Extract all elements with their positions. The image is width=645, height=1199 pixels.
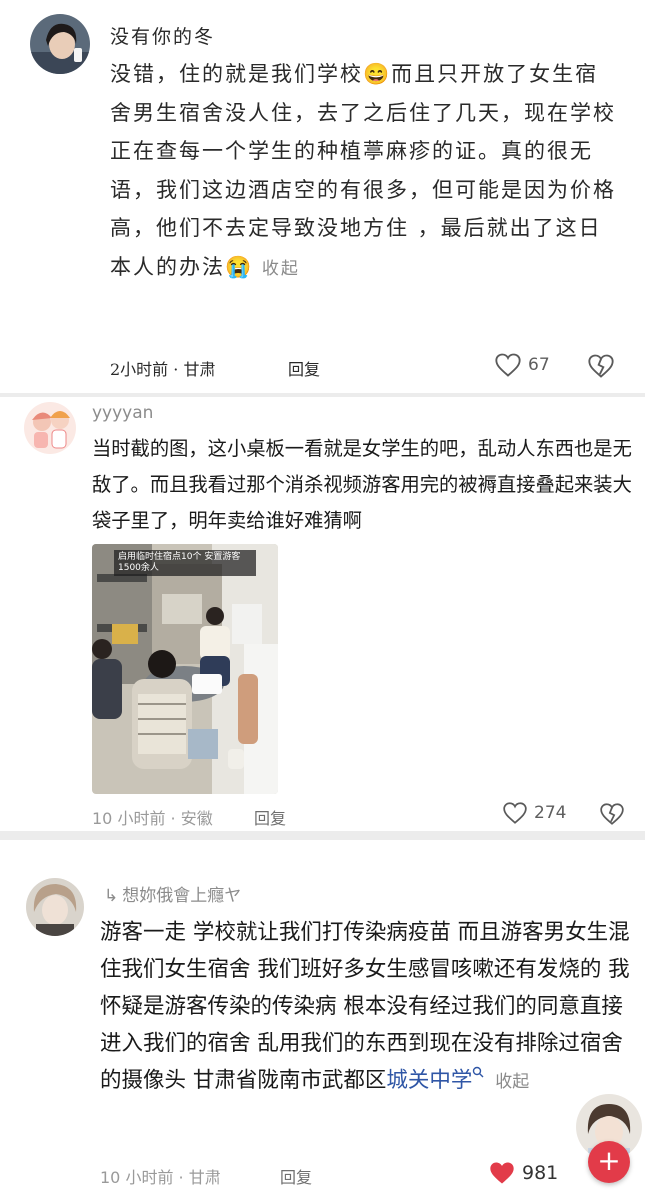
attached-photo[interactable]: 启用临时住宿点10个 安置游客1500余人: [92, 544, 278, 794]
collapse-link[interactable]: 收起: [495, 1072, 529, 1092]
heart-outline-icon: [495, 353, 521, 377]
user-photo-icon: [26, 878, 84, 936]
separator: [0, 831, 645, 840]
reply-button[interactable]: 回复: [254, 805, 286, 829]
timestamp-location: 2小时前 · 甘肃: [110, 360, 216, 379]
username[interactable]: 没有你的冬: [110, 22, 215, 49]
photo-caption-banner: 启用临时住宿点10个 安置游客1500余人: [114, 550, 256, 576]
comment-text-body: 游客一走 学校就让我们打传染病疫苗 而且游客男女生混住我们女生宿舍 我们班好多女…: [100, 920, 630, 1093]
username[interactable]: ↳ 想妳俄會上癮ヤ: [104, 881, 241, 906]
cartoon-avatar-icon: [24, 402, 76, 454]
add-button[interactable]: +: [588, 1141, 630, 1183]
dormitory-photo-icon: [92, 544, 278, 794]
avatar[interactable]: [26, 878, 84, 936]
collapse-link[interactable]: 收起: [262, 259, 300, 279]
username[interactable]: yyyyan: [92, 403, 153, 423]
grinning-emoji-icon: 😄: [363, 62, 392, 86]
comment-text-lead: 没错，住的就是我们学校: [110, 62, 363, 86]
plus-icon: +: [597, 1144, 621, 1177]
comment-text: 游客一走 学校就让我们打传染病疫苗 而且游客男女生混住我们女生宿舍 我们班好多女…: [100, 914, 640, 1101]
dislike-button[interactable]: [587, 353, 615, 383]
heart-outline-icon: [503, 802, 527, 824]
username-text: 想妳俄會上癮ヤ: [122, 886, 242, 906]
reply-button[interactable]: 回复: [288, 356, 320, 380]
user-photo-icon: [30, 14, 90, 74]
comment-card: 没有你的冬 没错，住的就是我们学校😄而且只开放了女生宿舍男生宿舍没人住，去了之后…: [0, 0, 645, 393]
avatar[interactable]: [24, 402, 76, 454]
like-button[interactable]: 981: [488, 1160, 558, 1186]
search-icon[interactable]: [472, 1066, 484, 1078]
reply-button[interactable]: 回复: [280, 1164, 312, 1188]
like-count: 274: [534, 803, 567, 823]
comment-text: 当时截的图，这小桌板一看就是女学生的吧，乱动人东西也是无敌了。而且我看过那个消杀…: [92, 437, 632, 532]
broken-heart-icon: [600, 803, 624, 825]
timestamp-location: 10 小时前 · 甘肃: [100, 1168, 221, 1187]
comment-card: yyyyan 当时截的图，这小桌板一看就是女学生的吧，乱动人东西也是无敌了。而且…: [0, 397, 645, 831]
heart-filled-icon: [490, 1162, 514, 1184]
school-link[interactable]: 城关中学: [386, 1068, 472, 1093]
like-count: 67: [528, 355, 550, 375]
timestamp-location: 10 小时前 · 安徽: [92, 809, 213, 828]
like-button[interactable]: 67: [494, 352, 550, 378]
dislike-button[interactable]: [599, 802, 625, 830]
like-button[interactable]: 274: [502, 801, 566, 825]
like-count: 981: [522, 1162, 559, 1184]
avatar[interactable]: [30, 14, 90, 74]
comment-text: 没错，住的就是我们学校😄而且只开放了女生宿舍男生宿舍没人住，去了之后住了几天，现…: [110, 55, 620, 288]
broken-heart-icon: [588, 354, 614, 378]
reply-arrow-icon: ↳: [104, 886, 119, 906]
crying-emoji-icon: 😭: [225, 254, 254, 279]
comment-card: ↳ 想妳俄會上癮ヤ 游客一走 学校就让我们打传染病疫苗 而且游客男女生混住我们女生…: [0, 840, 645, 1199]
comment-text-body: 而且只开放了女生宿舍男生宿舍没人住，去了之后住了几天，现在学校正在查每一个学生的…: [110, 62, 616, 279]
